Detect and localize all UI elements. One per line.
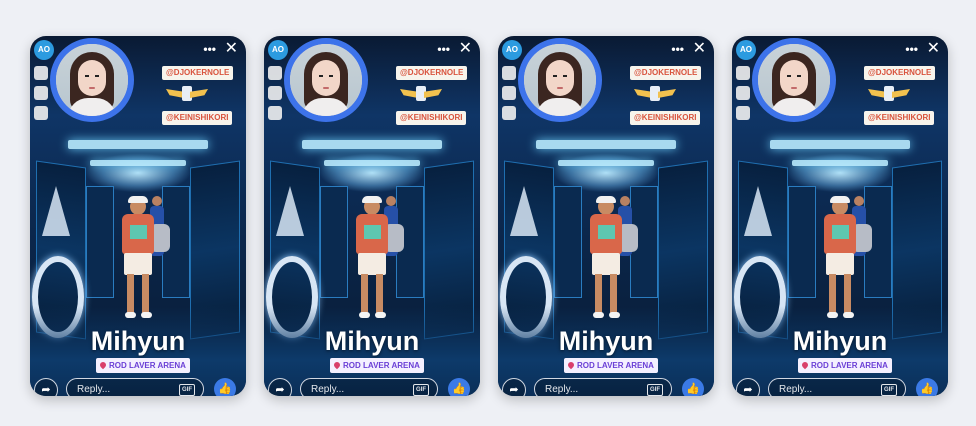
story-author-name: Mihyun bbox=[792, 326, 888, 356]
close-icon[interactable]: ✕ bbox=[693, 38, 706, 58]
avatar[interactable] bbox=[752, 38, 836, 122]
ao-wings-logo-icon bbox=[868, 86, 910, 102]
location-pin-icon bbox=[98, 360, 108, 370]
ao-logo-icon: AO bbox=[34, 40, 54, 60]
story-author-name: Mihyun bbox=[324, 326, 420, 356]
mention-sticker[interactable]: @KEINISHIKORI bbox=[396, 111, 467, 125]
mention-sticker[interactable]: @DJOKERNOLE bbox=[630, 66, 702, 80]
mention-sticker[interactable]: @DJOKERNOLE bbox=[396, 66, 468, 80]
location-label: ROD LAVER ARENA bbox=[109, 361, 186, 370]
thumbs-up-icon[interactable]: 👍 bbox=[448, 378, 470, 396]
ao-wings-logo-icon bbox=[634, 86, 676, 102]
location-sticker[interactable]: ROD LAVER ARENA bbox=[798, 358, 892, 373]
location-pin-icon bbox=[566, 360, 576, 370]
story-side-icons bbox=[736, 66, 752, 126]
location-pin-icon bbox=[800, 360, 810, 370]
ao-wings-logo-icon bbox=[400, 86, 442, 102]
story-side-icons bbox=[34, 66, 50, 126]
close-icon[interactable]: ✕ bbox=[927, 38, 940, 58]
more-horizontal-icon[interactable]: ••• bbox=[437, 42, 450, 56]
mention-sticker[interactable]: @DJOKERNOLE bbox=[162, 66, 234, 80]
story-card[interactable]: AO @DJOKERNOLE @KEINISHIKORI ••• ✕ Mihyu… bbox=[498, 36, 714, 396]
avatar[interactable] bbox=[50, 38, 134, 122]
more-horizontal-icon[interactable]: ••• bbox=[203, 42, 216, 56]
reply-placeholder: Reply... bbox=[311, 384, 345, 395]
share-icon[interactable]: ➦ bbox=[736, 378, 760, 396]
mention-sticker[interactable]: @DJOKERNOLE bbox=[864, 66, 936, 80]
reply-input[interactable]: Reply... GIF bbox=[66, 378, 204, 396]
location-sticker[interactable]: ROD LAVER ARENA bbox=[96, 358, 190, 373]
ao-logo-icon: AO bbox=[268, 40, 288, 60]
reply-input[interactable]: Reply... GIF bbox=[768, 378, 906, 396]
story-author-name: Mihyun bbox=[558, 326, 654, 356]
mention-sticker[interactable]: @KEINISHIKORI bbox=[630, 111, 701, 125]
thumbs-up-icon[interactable]: 👍 bbox=[682, 378, 704, 396]
close-icon[interactable]: ✕ bbox=[225, 38, 238, 58]
share-icon[interactable]: ➦ bbox=[268, 378, 292, 396]
more-horizontal-icon[interactable]: ••• bbox=[905, 42, 918, 56]
thumbs-up-icon[interactable]: 👍 bbox=[214, 378, 236, 396]
reply-placeholder: Reply... bbox=[545, 384, 579, 395]
gif-icon[interactable]: GIF bbox=[413, 384, 429, 396]
more-horizontal-icon[interactable]: ••• bbox=[671, 42, 684, 56]
reply-placeholder: Reply... bbox=[77, 384, 111, 395]
gif-icon[interactable]: GIF bbox=[647, 384, 663, 396]
reply-input[interactable]: Reply... GIF bbox=[300, 378, 438, 396]
reply-input[interactable]: Reply... GIF bbox=[534, 378, 672, 396]
ao-wings-logo-icon bbox=[166, 86, 208, 102]
location-sticker[interactable]: ROD LAVER ARENA bbox=[564, 358, 658, 373]
share-icon[interactable]: ➦ bbox=[502, 378, 526, 396]
story-card[interactable]: AO @DJOKERNOLE @KEINISHIKORI ••• ✕ Mihyu… bbox=[30, 36, 246, 396]
share-icon[interactable]: ➦ bbox=[34, 378, 58, 396]
story-side-icons bbox=[268, 66, 284, 126]
story-side-icons bbox=[502, 66, 518, 126]
story-author-name: Mihyun bbox=[90, 326, 186, 356]
location-label: ROD LAVER ARENA bbox=[577, 361, 654, 370]
story-card[interactable]: AO @DJOKERNOLE @KEINISHIKORI ••• ✕ Mihyu… bbox=[732, 36, 948, 396]
gif-icon[interactable]: GIF bbox=[179, 384, 195, 396]
avatar[interactable] bbox=[284, 38, 368, 122]
gif-icon[interactable]: GIF bbox=[881, 384, 897, 396]
location-label: ROD LAVER ARENA bbox=[343, 361, 420, 370]
location-label: ROD LAVER ARENA bbox=[811, 361, 888, 370]
story-card[interactable]: AO @DJOKERNOLE @KEINISHIKORI ••• ✕ Mihyu… bbox=[264, 36, 480, 396]
avatar[interactable] bbox=[518, 38, 602, 122]
mention-sticker[interactable]: @KEINISHIKORI bbox=[864, 111, 935, 125]
ao-logo-icon: AO bbox=[736, 40, 756, 60]
ao-logo-icon: AO bbox=[502, 40, 522, 60]
thumbs-up-icon[interactable]: 👍 bbox=[916, 378, 938, 396]
mention-sticker[interactable]: @KEINISHIKORI bbox=[162, 111, 233, 125]
location-sticker[interactable]: ROD LAVER ARENA bbox=[330, 358, 424, 373]
location-pin-icon bbox=[332, 360, 342, 370]
reply-placeholder: Reply... bbox=[779, 384, 813, 395]
close-icon[interactable]: ✕ bbox=[459, 38, 472, 58]
